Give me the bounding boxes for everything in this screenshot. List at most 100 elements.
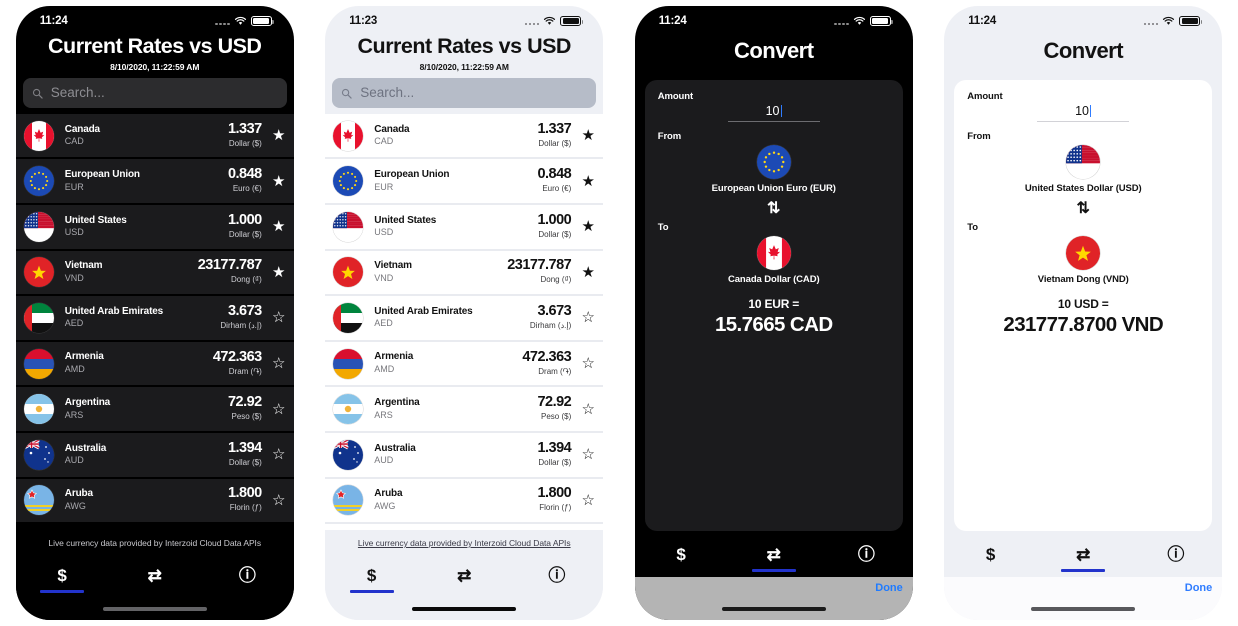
star-filled-icon[interactable]: ★: [271, 128, 287, 143]
currency-unit: Euro (€): [232, 184, 262, 194]
currency-row[interactable]: Australia AUD 1.394 Dollar ($) ☆: [325, 432, 604, 479]
swap-currencies-icon[interactable]: ⇅: [967, 201, 1199, 217]
tab-rates[interactable]: $: [16, 552, 109, 598]
currency-labels: Canada CAD: [54, 124, 228, 148]
star-outline-icon[interactable]: ☆: [580, 356, 596, 371]
star-filled-icon[interactable]: ★: [580, 265, 596, 280]
star-outline-icon[interactable]: ☆: [580, 493, 596, 508]
currency-values: 1.800 Florin (ƒ): [537, 485, 580, 514]
phone-screen-convert-light: 11:24 Convert Amount 10 From United States Do…: [944, 6, 1223, 620]
currency-unit: Dollar ($): [538, 229, 572, 239]
tab-info[interactable]: ⓘ: [511, 552, 604, 598]
star-outline-icon[interactable]: ☆: [271, 356, 287, 371]
search-input[interactable]: Search...: [22, 77, 287, 108]
currency-row[interactable]: Canada CAD 1.337 Dollar ($) ★: [325, 113, 604, 160]
done-button[interactable]: Done: [875, 582, 903, 594]
currency-unit: Florin (ƒ): [539, 503, 572, 513]
from-currency-selector[interactable]: United States Dollar (USD): [967, 145, 1199, 194]
currency-row[interactable]: United States USD 1.000 Dollar ($) ★: [15, 204, 294, 251]
home-indicator-pill: [1031, 607, 1136, 611]
star-filled-icon[interactable]: ★: [580, 128, 596, 143]
star-outline-icon[interactable]: ☆: [580, 447, 596, 462]
tab-convert[interactable]: ⇄: [418, 552, 511, 598]
currency-code: EUR: [64, 181, 84, 192]
country-name: Australia: [64, 442, 107, 454]
currency-row[interactable]: Vietnam VND 23177.787 Dong (₫) ★: [15, 250, 294, 297]
page-title: Current Rates vs USD: [357, 34, 572, 58]
currency-code: AUD: [64, 455, 84, 466]
tab-convert[interactable]: ⇄: [108, 552, 201, 598]
status-bar: 11:24: [635, 6, 913, 32]
currency-row[interactable]: Canada CAD 1.337 Dollar ($) ★: [15, 113, 294, 160]
currency-list[interactable]: Canada CAD 1.337 Dollar ($) ★ European Union E…: [325, 113, 604, 530]
star-filled-icon[interactable]: ★: [271, 219, 287, 234]
tab-info[interactable]: ⓘ: [820, 531, 913, 577]
star-outline-icon[interactable]: ☆: [580, 310, 596, 325]
star-filled-icon[interactable]: ★: [271, 265, 287, 280]
currency-code: AMD: [64, 363, 85, 374]
star-outline-icon[interactable]: ☆: [271, 493, 287, 508]
star-outline-icon[interactable]: ☆: [580, 402, 596, 417]
tab-info[interactable]: ⓘ: [201, 552, 294, 598]
from-label: From: [657, 131, 682, 143]
swap-currencies-icon[interactable]: ⇅: [658, 201, 890, 217]
currency-row[interactable]: European Union EUR 0.848 Euro (€) ★: [325, 159, 604, 205]
flag-icon-vn: [23, 257, 54, 288]
currency-row[interactable]: European Union EUR 0.848 Euro (€) ★: [15, 159, 294, 205]
tab-rates[interactable]: $: [325, 552, 418, 598]
currency-values: 23177.787 Dong (₫): [198, 257, 271, 286]
currency-row[interactable]: Armenia AMD 472.363 Dram (֏) ☆: [325, 341, 604, 388]
exchange-rate: 23177.787: [507, 257, 572, 274]
tab-convert[interactable]: ⇄: [727, 531, 820, 577]
tab-convert[interactable]: ⇄: [1037, 531, 1130, 577]
search-placeholder: Search...: [360, 85, 415, 101]
currency-list[interactable]: Canada CAD 1.337 Dollar ($) ★ European Union E…: [15, 113, 294, 530]
currency-row[interactable]: Australia AUD 1.394 Dollar ($) ☆: [15, 432, 294, 479]
star-outline-icon[interactable]: ☆: [271, 402, 287, 417]
currency-labels: United States USD: [363, 215, 537, 239]
tab-rates[interactable]: $: [944, 531, 1037, 577]
currency-row[interactable]: Argentina ARS 72.92 Peso ($) ☆: [325, 387, 604, 433]
star-filled-icon[interactable]: ★: [580, 219, 596, 234]
currency-labels: Aruba AWG: [363, 488, 537, 512]
currency-row[interactable]: Armenia AMD 472.363 Dram (֏) ☆: [15, 341, 294, 388]
amount-input[interactable]: 10: [727, 104, 820, 123]
to-currency-selector[interactable]: Canada Dollar (CAD): [658, 236, 890, 285]
currency-row[interactable]: Vietnam VND 23177.787 Dong (₫) ★: [325, 250, 604, 297]
done-button[interactable]: Done: [1185, 582, 1213, 594]
amount-input[interactable]: 10: [1037, 104, 1130, 123]
status-time: 11:24: [968, 15, 997, 27]
flag-icon-ar: [23, 394, 54, 425]
star-outline-icon[interactable]: ☆: [271, 447, 287, 462]
currency-code: AMD: [374, 363, 395, 374]
home-indicator-pill: [721, 607, 826, 611]
star-filled-icon[interactable]: ★: [271, 174, 287, 189]
currency-row[interactable]: Argentina ARS 72.92 Peso ($) ☆: [15, 387, 294, 433]
currency-unit: Dirham (إ.د): [220, 320, 262, 330]
flag-icon-ca: [23, 120, 54, 151]
currency-code: CAD: [64, 136, 84, 146]
currency-unit: Dram (֏): [228, 366, 262, 376]
currency-labels: Argentina ARS: [363, 397, 537, 421]
currency-row[interactable]: United States USD 1.000 Dollar ($) ★: [325, 204, 604, 251]
from-currency-selector[interactable]: European Union Euro (EUR): [658, 145, 890, 194]
search-input[interactable]: Search...: [332, 77, 597, 108]
convert-tab-icon: ⇄: [457, 565, 472, 585]
tab-info[interactable]: ⓘ: [1130, 531, 1223, 577]
currency-row[interactable]: Aruba AWG 1.800 Florin (ƒ) ☆: [325, 478, 604, 525]
flag-icon-us: [333, 211, 364, 242]
data-source-note[interactable]: Live currency data provided by Interzoid…: [325, 530, 604, 552]
exchange-rate: 1.800: [227, 485, 262, 502]
star-filled-icon[interactable]: ★: [580, 174, 596, 189]
to-currency-selector[interactable]: Vietnam Dong (VND): [967, 236, 1199, 285]
currency-row[interactable]: United Arab Emirates AED 3.673 Dirham (إ.د)…: [325, 296, 604, 342]
info-tab-icon: ⓘ: [857, 544, 875, 564]
exchange-rate: 1.800: [537, 485, 572, 502]
currency-row[interactable]: Aruba AWG 1.800 Florin (ƒ) ☆: [15, 478, 294, 525]
tab-rates[interactable]: $: [635, 531, 728, 577]
rates-timestamp: 8/10/2020, 11:22:59 AM: [419, 61, 509, 72]
star-outline-icon[interactable]: ☆: [271, 310, 287, 325]
currency-row[interactable]: United Arab Emirates AED 3.673 Dirham (إ.د)…: [15, 296, 294, 342]
country-name: Argentina: [64, 397, 111, 409]
convert-card: Amount 10 From European Union Euro (EUR) ⇅ To…: [644, 80, 903, 531]
